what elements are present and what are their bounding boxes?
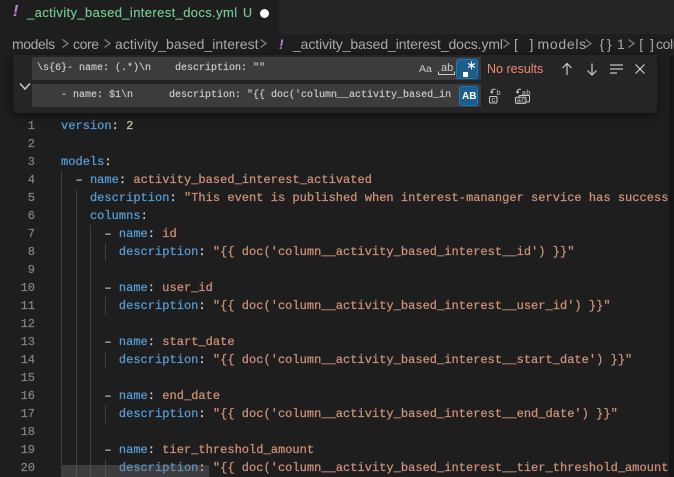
svg-text:c: c bbox=[491, 97, 496, 104]
svg-text:ab: ab bbox=[441, 62, 453, 74]
svg-text:ac: ac bbox=[517, 98, 526, 104]
